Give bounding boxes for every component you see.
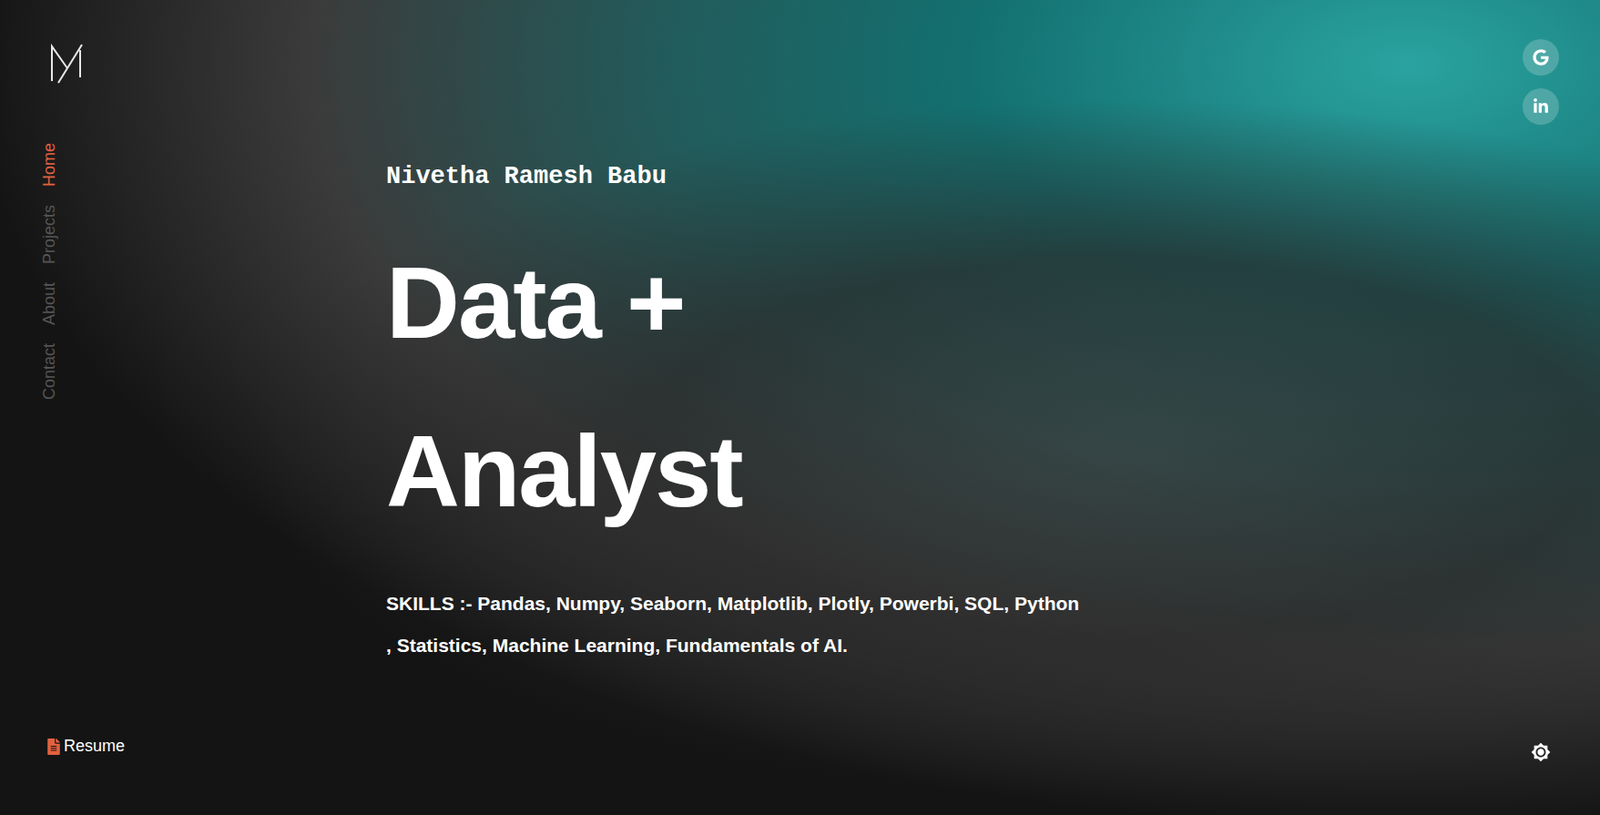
nav-item[interactable]: About — [40, 282, 60, 326]
skills: SKILLS :- Pandas, Numpy, Seaborn, Matplo… — [386, 582, 1482, 667]
sun-icon — [1530, 742, 1551, 763]
side-nav: Home Projects About Contact — [0, 142, 128, 400]
hero-title: Data +Analyst — [386, 218, 1482, 556]
nav-item[interactable]: Home — [40, 142, 60, 187]
file-icon — [47, 738, 61, 755]
skills-line: SKILLS :- Pandas, Numpy, Seaborn, Matplo… — [386, 582, 1482, 625]
theme-toggle[interactable] — [1530, 742, 1551, 815]
hero-name: Nivetha Ramesh Babu — [386, 160, 1482, 194]
hero: Nivetha Ramesh Babu Data +Analyst SKILLS :… — [127, 0, 1482, 815]
sidebar: Home Projects About Contact Resume — [0, 0, 128, 815]
logo-icon[interactable] — [49, 40, 86, 87]
logo[interactable] — [0, 0, 128, 87]
resume-link[interactable]: Resume — [0, 733, 128, 815]
skills-line: , Statistics, Machine Learning, Fundamen… — [386, 624, 1482, 667]
google-button[interactable] — [1522, 39, 1560, 76]
nav-item[interactable]: Projects — [40, 204, 60, 265]
google-icon — [1532, 49, 1550, 66]
portfolio-page: HomeProjectsAboutContactResumeNivetha Ra… — [0, 0, 1600, 815]
background-art-shade — [0, 0, 1600, 815]
nav-item[interactable]: Contact — [40, 343, 60, 400]
hero-title-line: Analyst — [386, 387, 1482, 556]
linkedin-button[interactable] — [1522, 88, 1560, 125]
hero-title-line: Data + — [386, 218, 1482, 388]
linkedin-icon — [1532, 98, 1550, 115]
right-rail — [1481, 0, 1600, 815]
